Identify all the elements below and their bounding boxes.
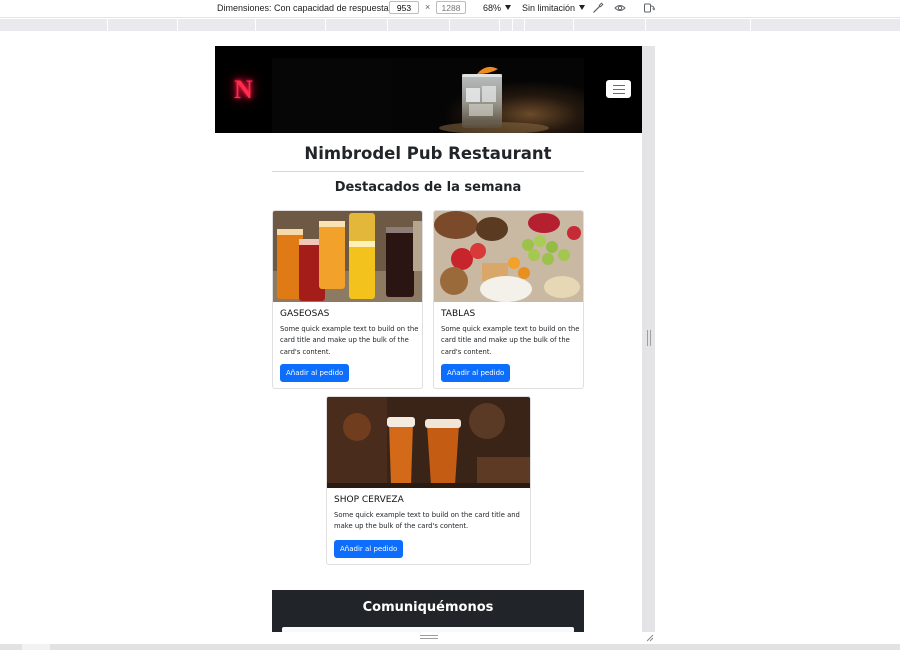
card-tablas: TABLAS Some quick example text to build … — [433, 210, 584, 389]
ruler-segment — [524, 19, 525, 31]
contact-input[interactable] — [282, 627, 574, 632]
card-text-line: Some quick example text to build on the — [280, 325, 419, 333]
card-text-line: Some quick example text to build on the … — [334, 511, 520, 519]
boards-image — [434, 211, 583, 302]
throttle-value: Sin limitación — [522, 3, 576, 13]
hero-drink-image — [272, 58, 584, 133]
title-divider — [272, 171, 584, 172]
zoom-value: 68% — [483, 3, 502, 13]
beer-image — [327, 397, 530, 488]
ruler-segment — [387, 19, 388, 31]
card-text-line: card title and make up the bulk of the — [441, 336, 570, 345]
resize-corner-icon[interactable] — [645, 633, 654, 642]
card-shop-cerveza: SHOP CERVEZA Some quick example text to … — [326, 396, 531, 565]
chevron-down-icon — [505, 5, 512, 10]
card-text-line: Some quick example text to build on the — [441, 325, 580, 333]
resize-handle-bottom[interactable] — [420, 635, 438, 639]
add-to-order-button[interactable]: Añadir al pedido — [334, 540, 404, 558]
emulated-page: N Nimbrodel Pub Restaurant Destacados de… — [215, 46, 642, 632]
height-input[interactable] — [436, 1, 466, 14]
contact-section: Comuniquémonos — [272, 590, 584, 632]
ruler-segment — [449, 19, 450, 31]
ruler-segment — [107, 19, 108, 31]
card-text-line: make up the bulk of the card's content. — [334, 522, 469, 531]
brand-logo[interactable]: N — [234, 75, 253, 105]
device-rotate-icon[interactable] — [643, 2, 655, 14]
zoom-select[interactable]: 68% — [483, 3, 512, 13]
featured-heading: Destacados de la semana — [334, 180, 522, 195]
eye-icon[interactable] — [614, 2, 626, 14]
ruler-segment — [750, 19, 751, 31]
ruler-segment — [325, 19, 326, 31]
horizontal-scrollbar[interactable] — [0, 644, 900, 650]
card-title: TABLAS — [441, 309, 476, 319]
card-text-line: card title and make up the bulk of the — [280, 336, 409, 345]
device-toolbar: Dimensiones: Con capacidad de respuesta … — [0, 0, 900, 18]
times-icon: × — [425, 2, 431, 12]
add-to-order-button[interactable]: Añadir al pedido — [441, 364, 511, 382]
throttle-select[interactable]: Sin limitación — [522, 3, 586, 13]
contact-heading: Comuniquémonos — [362, 600, 494, 615]
card-text-line: card's content. — [280, 347, 331, 356]
ruler-segment — [573, 19, 574, 31]
card-text: Some quick example text to build on the … — [280, 324, 418, 358]
card-title: SHOP CERVEZA — [334, 495, 404, 505]
media-query-ruler[interactable] — [0, 19, 900, 31]
page-title: Nimbrodel Pub Restaurant — [304, 144, 552, 163]
card-text: Some quick example text to build on the … — [441, 324, 579, 358]
navbar: N — [215, 46, 642, 133]
card-text: Some quick example text to build on the … — [334, 510, 520, 533]
card-title: GASEOSAS — [280, 309, 330, 319]
hamburger-icon[interactable] — [606, 80, 631, 98]
dimensions-label: Dimensiones: Con capacidad de respuesta — [217, 3, 389, 13]
ruler-segment — [499, 19, 500, 31]
eyedropper-icon[interactable] — [592, 2, 604, 14]
scrollbar-thumb[interactable] — [22, 644, 50, 650]
chevron-down-icon — [579, 5, 586, 10]
sodas-image — [273, 211, 422, 302]
resize-handle-right[interactable] — [647, 330, 651, 346]
ruler-segment — [177, 19, 178, 31]
ruler-segment — [512, 19, 513, 31]
dimensions-select[interactable]: Dimensiones: Con capacidad de respuesta — [217, 3, 399, 13]
add-to-order-button[interactable]: Añadir al pedido — [280, 364, 350, 382]
card-text-line: card's content. — [441, 347, 492, 356]
ruler-segment — [645, 19, 646, 31]
ruler-segment — [255, 19, 256, 31]
width-input[interactable] — [389, 1, 419, 14]
card-gaseosas: GASEOSAS Some quick example text to buil… — [272, 210, 423, 389]
